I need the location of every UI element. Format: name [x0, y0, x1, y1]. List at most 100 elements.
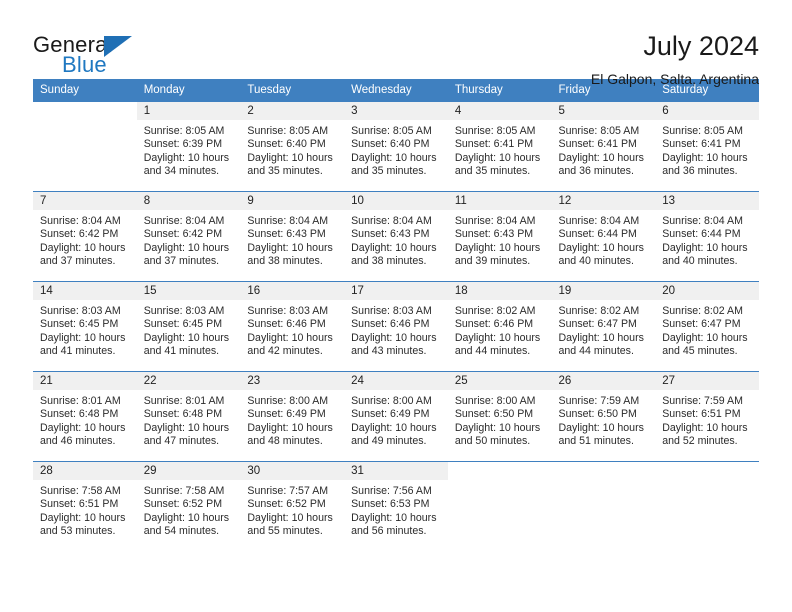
calendar-day-cell[interactable]: 12 Sunrise: 8:04 AM Sunset: 6:44 PM Dayligh… — [551, 191, 656, 282]
calendar-day-cell[interactable]: 19 Sunrise: 8:02 AM Sunset: 6:47 PM Dayligh… — [551, 281, 656, 372]
calendar-day-cell[interactable]: 9 Sunrise: 8:04 AM Sunset: 6:43 PM Daylight… — [240, 191, 345, 282]
calendar-day-cell[interactable]: 1 Sunrise: 8:05 AM Sunset: 6:39 PM Daylight… — [136, 101, 241, 192]
day-number: 27 — [655, 372, 759, 390]
daylight-text-line1: Daylight: 10 hours — [662, 151, 748, 164]
day-number: 22 — [136, 372, 241, 390]
day-detail: Sunrise: 7:58 AM Sunset: 6:51 PM Daylight:… — [33, 480, 137, 538]
day-cell-inner: 8 Sunrise: 8:04 AM Sunset: 6:42 PM Daylight… — [136, 192, 241, 281]
calendar-day-cell — [655, 461, 759, 551]
sunrise-text: Sunrise: 8:04 AM — [40, 215, 121, 227]
day-detail: Sunrise: 8:03 AM Sunset: 6:46 PM Daylight:… — [344, 300, 448, 358]
sunset-text: Sunset: 6:46 PM — [247, 318, 326, 331]
calendar-day-cell[interactable]: 18 Sunrise: 8:02 AM Sunset: 6:46 PM Dayligh… — [447, 281, 552, 372]
daylight-text-line1: Daylight: 10 hours — [40, 511, 126, 524]
sunset-text: Sunset: 6:44 PM — [558, 228, 637, 241]
daylight-text-line1: Daylight: 10 hours — [247, 241, 333, 254]
day-number — [552, 462, 656, 480]
general-blue-logo[interactable]: General Blue — [33, 30, 132, 76]
calendar-day-cell[interactable]: 11 Sunrise: 8:04 AM Sunset: 6:43 PM Dayligh… — [447, 191, 552, 282]
sunrise-text: Sunrise: 8:05 AM — [558, 125, 640, 137]
calendar-day-cell[interactable]: 31 Sunrise: 7:56 AM Sunset: 6:53 PM Dayligh… — [344, 461, 448, 551]
day-number — [33, 102, 137, 120]
calendar-day-cell[interactable]: 20 Sunrise: 8:02 AM Sunset: 6:47 PM Dayligh… — [655, 281, 759, 372]
calendar-day-cell[interactable]: 16 Sunrise: 8:03 AM Sunset: 6:46 PM Dayligh… — [240, 281, 345, 372]
day-detail: Sunrise: 7:59 AM Sunset: 6:51 PM Daylight:… — [655, 390, 759, 448]
day-cell-inner: 1 Sunrise: 8:05 AM Sunset: 6:39 PM Daylight… — [136, 102, 241, 191]
day-detail: Sunrise: 8:04 AM Sunset: 6:43 PM Daylight:… — [448, 210, 552, 268]
day-number — [448, 462, 552, 480]
calendar-day-cell[interactable]: 17 Sunrise: 8:03 AM Sunset: 6:46 PM Dayligh… — [344, 281, 448, 372]
sunset-text: Sunset: 6:51 PM — [662, 408, 741, 421]
calendar-day-cell[interactable]: 25 Sunrise: 8:00 AM Sunset: 6:50 PM Dayligh… — [447, 371, 552, 462]
sunset-text: Sunset: 6:43 PM — [247, 228, 326, 241]
daylight-text-line1: Daylight: 10 hours — [351, 241, 437, 254]
calendar-day-cell[interactable]: 23 Sunrise: 8:00 AM Sunset: 6:49 PM Dayligh… — [240, 371, 345, 462]
daylight-text-line1: Daylight: 10 hours — [454, 421, 541, 434]
day-number: 17 — [344, 282, 448, 300]
sunrise-text: Sunrise: 8:02 AM — [558, 305, 640, 317]
sunrise-text: Sunrise: 8:00 AM — [351, 395, 432, 407]
calendar-day-cell[interactable]: 13 Sunrise: 8:04 AM Sunset: 6:44 PM Dayligh… — [655, 191, 759, 282]
calendar-day-cell[interactable]: 26 Sunrise: 7:59 AM Sunset: 6:50 PM Dayligh… — [551, 371, 656, 462]
weekday-header-tuesday: Tuesday — [240, 79, 345, 102]
day-detail — [552, 480, 656, 485]
day-cell-inner: 20 Sunrise: 8:02 AM Sunset: 6:47 PM Dayligh… — [655, 282, 759, 371]
calendar-day-cell[interactable]: 4 Sunrise: 8:05 AM Sunset: 6:41 PM Daylight… — [447, 101, 552, 192]
day-cell-inner — [33, 102, 137, 191]
calendar-day-cell — [33, 101, 137, 192]
daylight-text-line2: and 48 minutes. — [247, 434, 323, 447]
daylight-text-line2: and 41 minutes. — [40, 344, 116, 357]
daylight-text-line1: Daylight: 10 hours — [454, 241, 541, 254]
daylight-text-line1: Daylight: 10 hours — [143, 421, 230, 434]
day-number: 23 — [240, 372, 345, 390]
daylight-text-line2: and 50 minutes. — [454, 434, 531, 447]
day-number: 18 — [447, 282, 552, 300]
calendar-day-cell[interactable]: 8 Sunrise: 8:04 AM Sunset: 6:42 PM Daylight… — [136, 191, 241, 282]
daylight-text-line1: Daylight: 10 hours — [40, 331, 126, 344]
calendar-week-row: 14 Sunrise: 8:03 AM Sunset: 6:45 PM Dayligh… — [33, 281, 759, 372]
day-number: 31 — [344, 462, 448, 480]
day-detail: Sunrise: 8:05 AM Sunset: 6:41 PM Daylight:… — [448, 120, 552, 178]
calendar-day-cell[interactable]: 28 Sunrise: 7:58 AM Sunset: 6:51 PM Dayligh… — [33, 461, 137, 551]
day-cell-inner: 5 Sunrise: 8:05 AM Sunset: 6:41 PM Daylight… — [551, 102, 656, 191]
daylight-text-line2: and 40 minutes. — [558, 254, 634, 267]
sunset-text: Sunset: 6:47 PM — [662, 318, 741, 331]
calendar-day-cell[interactable]: 5 Sunrise: 8:05 AM Sunset: 6:41 PM Daylight… — [551, 101, 656, 192]
calendar-day-cell[interactable]: 29 Sunrise: 7:58 AM Sunset: 6:52 PM Dayligh… — [136, 461, 241, 551]
calendar-day-cell[interactable]: 24 Sunrise: 8:00 AM Sunset: 6:49 PM Dayligh… — [344, 371, 448, 462]
sunrise-text: Sunrise: 7:58 AM — [40, 485, 121, 497]
sunrise-text: Sunrise: 8:03 AM — [143, 305, 225, 317]
calendar-day-cell[interactable]: 22 Sunrise: 8:01 AM Sunset: 6:48 PM Dayligh… — [136, 371, 241, 462]
day-number: 29 — [136, 462, 241, 480]
day-cell-inner: 31 Sunrise: 7:56 AM Sunset: 6:53 PM Dayligh… — [344, 462, 448, 551]
day-detail: Sunrise: 8:04 AM Sunset: 6:44 PM Daylight:… — [655, 210, 759, 268]
sunset-text: Sunset: 6:49 PM — [247, 408, 326, 421]
calendar-day-cell[interactable]: 10 Sunrise: 8:04 AM Sunset: 6:43 PM Dayligh… — [344, 191, 448, 282]
calendar-day-cell[interactable]: 7 Sunrise: 8:04 AM Sunset: 6:42 PM Daylight… — [33, 191, 137, 282]
sunrise-text: Sunrise: 8:05 AM — [247, 125, 329, 137]
sunrise-text: Sunrise: 8:03 AM — [247, 305, 329, 317]
day-cell-inner: 26 Sunrise: 7:59 AM Sunset: 6:50 PM Dayligh… — [551, 372, 656, 461]
day-number: 6 — [655, 102, 759, 120]
day-detail: Sunrise: 7:56 AM Sunset: 6:53 PM Daylight:… — [344, 480, 448, 538]
day-cell-inner — [552, 462, 656, 551]
day-number: 16 — [240, 282, 345, 300]
calendar-day-cell[interactable]: 14 Sunrise: 8:03 AM Sunset: 6:45 PM Dayligh… — [33, 281, 137, 372]
sunset-text: Sunset: 6:52 PM — [143, 498, 223, 511]
day-cell-inner: 30 Sunrise: 7:57 AM Sunset: 6:52 PM Dayligh… — [240, 462, 345, 551]
sunrise-text: Sunrise: 8:04 AM — [558, 215, 640, 227]
day-cell-inner: 6 Sunrise: 8:05 AM Sunset: 6:41 PM Daylight… — [655, 102, 759, 191]
calendar-day-cell[interactable]: 27 Sunrise: 7:59 AM Sunset: 6:51 PM Dayligh… — [655, 371, 759, 462]
calendar-day-cell[interactable]: 21 Sunrise: 8:01 AM Sunset: 6:48 PM Dayligh… — [33, 371, 137, 462]
calendar-day-cell[interactable]: 2 Sunrise: 8:05 AM Sunset: 6:40 PM Daylight… — [240, 101, 345, 192]
sunrise-text: Sunrise: 8:05 AM — [454, 125, 536, 137]
weekday-header-thursday: Thursday — [447, 79, 552, 102]
daylight-text-line2: and 34 minutes. — [143, 164, 220, 177]
calendar-day-cell[interactable]: 15 Sunrise: 8:03 AM Sunset: 6:45 PM Dayligh… — [136, 281, 241, 372]
day-number: 26 — [551, 372, 656, 390]
calendar-day-cell[interactable]: 30 Sunrise: 7:57 AM Sunset: 6:52 PM Dayligh… — [240, 461, 345, 551]
sunset-text: Sunset: 6:40 PM — [247, 138, 326, 151]
calendar-day-cell[interactable]: 6 Sunrise: 8:05 AM Sunset: 6:41 PM Daylight… — [655, 101, 759, 192]
day-cell-inner: 22 Sunrise: 8:01 AM Sunset: 6:48 PM Dayligh… — [136, 372, 241, 461]
calendar-day-cell[interactable]: 3 Sunrise: 8:05 AM Sunset: 6:40 PM Daylight… — [344, 101, 448, 192]
